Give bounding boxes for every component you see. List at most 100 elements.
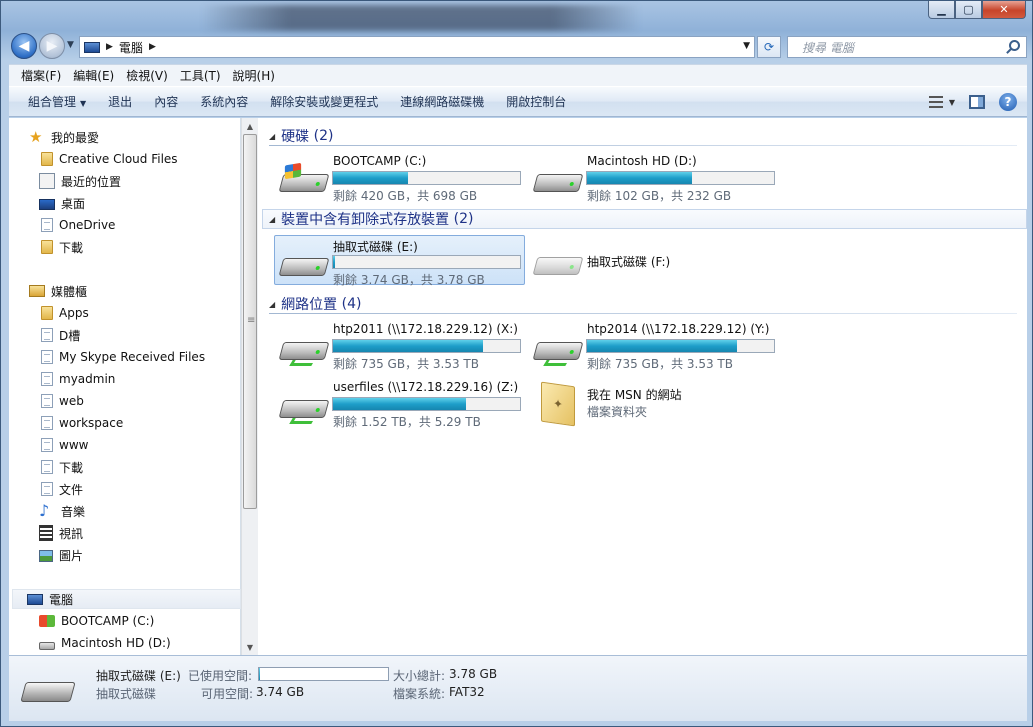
content-area: ★ 我的最愛 Creative Cloud Files 最近的位置 桌面 OneD…	[9, 118, 1027, 655]
nav-item-music[interactable]: ♪ 音樂	[39, 501, 85, 521]
address-dropdown[interactable]: ▼	[743, 41, 750, 51]
windows-logo-icon	[284, 162, 302, 180]
menu-view[interactable]: 檢視(V)	[120, 67, 174, 84]
nav-computer[interactable]: 電腦	[12, 589, 241, 609]
back-button[interactable]: ◀	[11, 33, 37, 59]
drive-name: Macintosh HD (D:)	[587, 154, 697, 168]
organize-button[interactable]: 組合管理 ▼	[17, 93, 97, 110]
drive-usage-fill	[587, 172, 692, 184]
folder-tile-msn[interactable]: 我在 MSN 的網站 檔案資料夾	[529, 378, 779, 428]
change-view-button[interactable]: ▼	[929, 93, 955, 111]
nav-item-onedrive[interactable]: OneDrive	[39, 215, 115, 235]
nav-item-library-downloads[interactable]: 下載	[39, 457, 83, 477]
collapse-triangle-icon[interactable]: ◢	[269, 300, 275, 309]
search-input[interactable]: 搜尋 電腦	[787, 36, 1027, 58]
nav-item-label: 下載	[59, 240, 84, 255]
group-header-removable[interactable]: ◢ 裝置中含有卸除式存放裝置 (2)	[262, 209, 1027, 229]
preview-pane-icon[interactable]	[969, 95, 985, 109]
menu-edit[interactable]: 編輯(E)	[67, 67, 120, 84]
nav-item-recent-places[interactable]: 最近的位置	[39, 171, 121, 191]
address-bar[interactable]: ▶ 電腦 ▶ ▼	[79, 36, 755, 58]
documents-icon	[41, 482, 53, 496]
forward-button[interactable]: ▶	[39, 33, 65, 59]
picture-icon	[39, 550, 53, 562]
group-header-network[interactable]: ◢ 網路位置 (4)	[269, 294, 1017, 314]
system-properties-button[interactable]: 系統內容	[189, 93, 259, 110]
nav-item-documents[interactable]: 文件	[39, 479, 83, 499]
menu-tools[interactable]: 工具(T)	[174, 67, 227, 84]
minimize-button[interactable]: ▁	[928, 1, 955, 19]
nav-favorites[interactable]: ★ 我的最愛	[29, 127, 99, 147]
map-network-drive-button[interactable]: 連線網路磁碟機	[389, 93, 495, 110]
nav-item-label: 下載	[59, 460, 84, 475]
drive-tile-f[interactable]: 抽取式磁碟 (F:)	[529, 235, 779, 285]
open-control-panel-button[interactable]: 開啟控制台	[495, 93, 577, 110]
drive-name: 抽取式磁碟 (F:)	[587, 255, 671, 269]
properties-button[interactable]: 內容	[143, 93, 189, 110]
nav-favorites-label: 我的最愛	[51, 130, 100, 145]
breadcrumb-separator[interactable]: ▶	[149, 42, 156, 52]
details-fs-label: 檔案系統:	[393, 687, 446, 701]
search-icon[interactable]	[1009, 40, 1020, 51]
recent-pages-dropdown[interactable]: ▼	[67, 40, 74, 50]
help-icon[interactable]: ?	[999, 93, 1017, 111]
close-button[interactable]: ✕	[982, 1, 1026, 19]
nav-item-label: D槽	[59, 328, 81, 343]
drive-tile-x[interactable]: htp2011 (\\172.18.229.12) (X:) 剩餘 735 GB…	[275, 320, 525, 371]
removable-drive-icon	[278, 248, 330, 282]
title-bar-path-blurred	[201, 5, 641, 31]
nav-item-www[interactable]: www	[39, 435, 88, 455]
scroll-down-arrow-icon[interactable]: ▼	[242, 639, 258, 655]
group-header-hard-drives[interactable]: ◢ 硬碟 (2)	[269, 126, 1017, 146]
maximize-button[interactable]: ▢	[955, 1, 982, 19]
refresh-button[interactable]: ⟳	[757, 36, 781, 58]
breadcrumb-computer[interactable]: 電腦	[119, 39, 143, 56]
drive-usage-fill	[333, 398, 466, 410]
network-connector-icon	[289, 418, 315, 424]
collapse-triangle-icon[interactable]: ◢	[269, 215, 275, 224]
nav-libraries-label: 媒體櫃	[51, 284, 88, 299]
nav-item-skype-files[interactable]: My Skype Received Files	[39, 347, 205, 367]
menu-help[interactable]: 說明(H)	[227, 67, 281, 84]
nav-item-workspace[interactable]: workspace	[39, 413, 123, 433]
drive-tile-y[interactable]: htp2014 (\\172.18.229.12) (Y:) 剩餘 735 GB…	[529, 320, 779, 371]
drive-tile-c[interactable]: BOOTCAMP (C:) 剩餘 420 GB，共 698 GB	[275, 152, 525, 203]
drive-space-text: 剩餘 420 GB，共 698 GB	[333, 189, 478, 203]
nav-item-d-drive[interactable]: D槽	[39, 325, 80, 345]
view-controls: ▼ ?	[929, 93, 1017, 111]
menu-file[interactable]: 檔案(F)	[15, 67, 67, 84]
nav-item-creative-cloud[interactable]: Creative Cloud Files	[39, 149, 178, 169]
scroll-up-arrow-icon[interactable]: ▲	[242, 118, 258, 134]
drive-usage-bar	[332, 397, 521, 411]
eject-button[interactable]: 退出	[97, 93, 143, 110]
library-doc-icon	[41, 416, 53, 430]
drive-tile-d[interactable]: Macintosh HD (D:) 剩餘 102 GB，共 232 GB	[529, 152, 779, 203]
drive-tile-z[interactable]: userfiles (\\172.18.229.16) (Z:) 剩餘 1.52…	[275, 378, 525, 429]
nav-item-myadmin[interactable]: myadmin	[39, 369, 115, 389]
navigation-scrollbar[interactable]: ▲ ▼	[241, 118, 258, 655]
main-pane: ◢ 硬碟 (2) BOOTCAMP (C:) 剩餘 420 GB，共 698 G…	[259, 118, 1027, 655]
nav-item-pictures[interactable]: 圖片	[39, 545, 83, 565]
nav-item-label: workspace	[59, 416, 124, 430]
details-total-value: 3.78 GB	[449, 667, 498, 681]
nav-item-label: 最近的位置	[61, 174, 122, 189]
drive-body	[278, 400, 330, 418]
nav-item-desktop[interactable]: 桌面	[39, 193, 85, 213]
nav-item-apps[interactable]: Apps	[39, 303, 89, 323]
scrollbar-thumb[interactable]	[243, 134, 257, 509]
nav-item-macintosh-hd[interactable]: Macintosh HD (D:)	[39, 633, 171, 653]
drive-body	[278, 342, 330, 360]
organize-label: 組合管理	[28, 95, 77, 109]
nav-item-downloads[interactable]: 下載	[39, 237, 83, 257]
nav-item-videos[interactable]: 視訊	[39, 523, 83, 543]
nav-item-bootcamp[interactable]: BOOTCAMP (C:)	[39, 611, 154, 631]
uninstall-program-button[interactable]: 解除安裝或變更程式	[259, 93, 389, 110]
drive-tile-e[interactable]: 抽取式磁碟 (E:) 剩餘 3.74 GB，共 3.78 GB	[274, 235, 525, 287]
collapse-triangle-icon[interactable]: ◢	[269, 132, 275, 141]
window-controls: ▁ ▢ ✕	[928, 1, 1026, 19]
breadcrumb-separator[interactable]: ▶	[106, 42, 113, 52]
nav-libraries[interactable]: 媒體櫃	[29, 281, 87, 301]
nav-item-web[interactable]: web	[39, 391, 84, 411]
nav-item-label: web	[59, 394, 84, 408]
drive-usage-bar	[332, 339, 521, 353]
